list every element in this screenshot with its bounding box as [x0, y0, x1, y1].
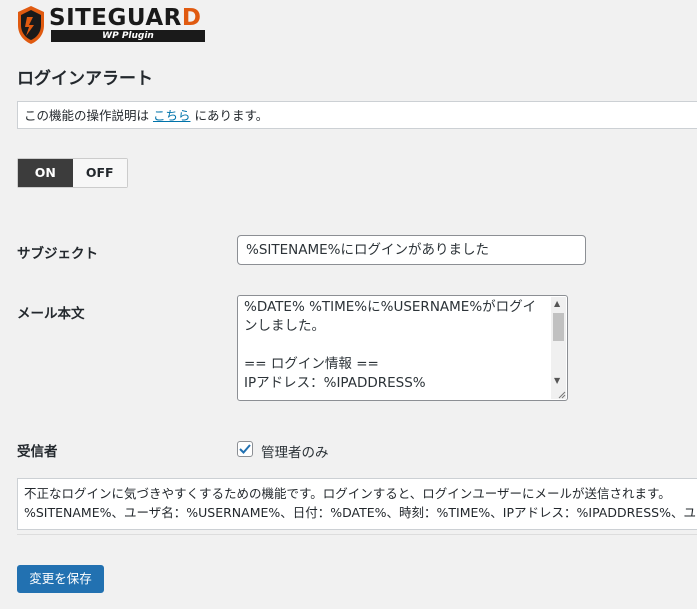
logo-name-accent: D — [181, 5, 202, 31]
on-off-toggle[interactable]: ON OFF — [17, 158, 128, 188]
save-button[interactable]: 変更を保存 — [17, 565, 104, 593]
body-label: メール本文 — [17, 306, 85, 322]
body-textarea[interactable]: %DATE% %TIME%に%USERNAME%がログインしました。 == ログ… — [237, 295, 568, 401]
scroll-down-icon[interactable]: ▼ — [554, 376, 560, 385]
help-link[interactable]: こちら — [153, 108, 191, 123]
checkmark-icon — [239, 444, 251, 454]
subject-input[interactable]: %SITENAME%にログインがありました — [237, 235, 586, 265]
logo-subtitle: WP Plugin — [51, 30, 205, 42]
page-title: ログインアラート — [17, 69, 153, 89]
subject-label: サブジェクト — [17, 246, 98, 262]
help-notice: この機能の操作説明は こちら にあります。 — [17, 101, 697, 129]
resize-handle-icon[interactable] — [556, 389, 566, 399]
body-text: %DATE% %TIME%に%USERNAME%がログインしました。 == ログ… — [244, 299, 537, 391]
scroll-thumb[interactable] — [553, 313, 564, 341]
toggle-on-button[interactable]: ON — [18, 159, 73, 187]
recipient-label: 受信者 — [17, 444, 58, 460]
toggle-off-button[interactable]: OFF — [72, 159, 127, 187]
divider — [17, 534, 697, 535]
description-line-2: %SITENAME%、ユーザ名：%USERNAME%、日付：%DATE%、時刻：… — [24, 505, 697, 520]
logo-name: SITEGUAR — [49, 5, 182, 31]
shield-logo-icon — [18, 6, 44, 44]
description-line-1: 不正なログインに気づきやすくするための機能です。ログインすると、ログインユーザー… — [24, 486, 671, 501]
admin-only-checkbox[interactable] — [237, 441, 253, 457]
admin-only-label: 管理者のみ — [261, 445, 329, 461]
textarea-scrollbar[interactable]: ▲ ▼ — [551, 297, 566, 399]
scroll-up-icon[interactable]: ▲ — [554, 299, 560, 308]
description-box: 不正なログインに気づきやすくするための機能です。ログインすると、ログインユーザー… — [17, 478, 697, 530]
siteguard-logo: SITEGUARD WP Plugin — [16, 5, 211, 47]
